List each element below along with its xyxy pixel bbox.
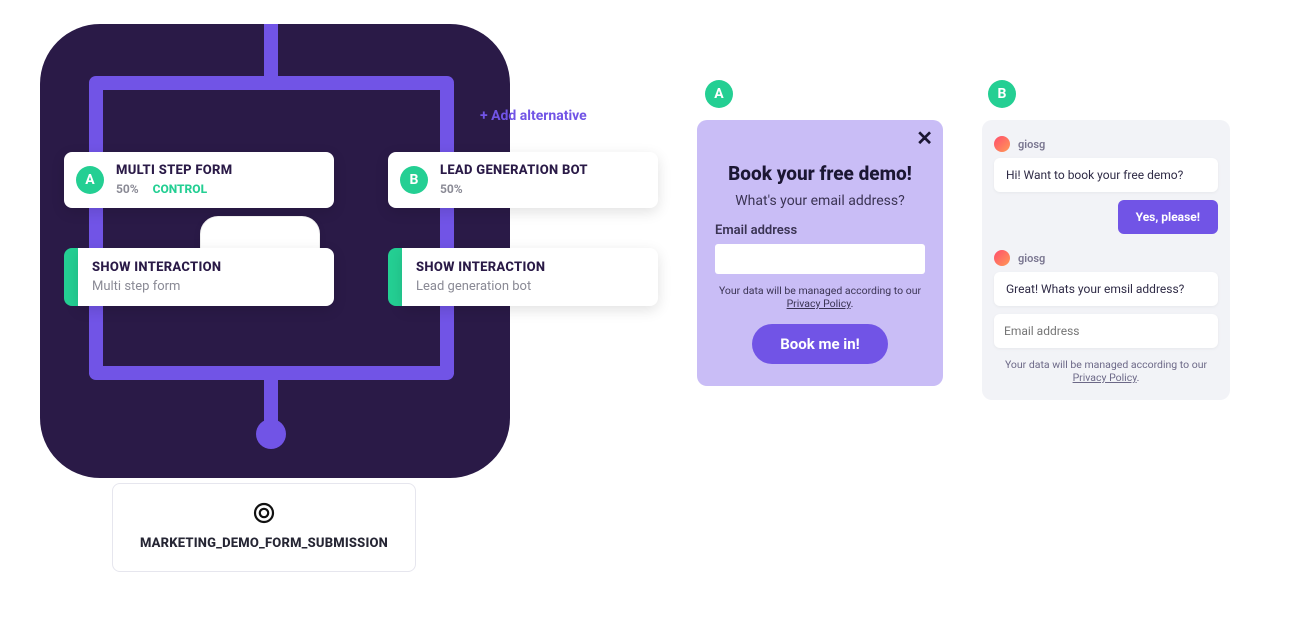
chatbot-preview: giosg Hi! Want to book your free demo? Y… <box>982 120 1230 400</box>
privacy-policy-link[interactable]: Privacy Policy <box>787 297 851 310</box>
bot-name: giosg <box>1018 252 1045 265</box>
goal-event-card[interactable]: MARKETING_DEMO_FORM_SUBMISSION <box>112 483 416 572</box>
accent-bar <box>388 248 402 306</box>
target-icon <box>253 502 275 528</box>
action-value: Lead generation bot <box>416 279 644 294</box>
accent-bar <box>64 248 78 306</box>
variant-badge-a: A <box>76 166 104 194</box>
decorative-notch <box>200 216 320 252</box>
email-field[interactable] <box>715 244 925 274</box>
bot-avatar-icon <box>994 136 1010 152</box>
show-interaction-card-b[interactable]: SHOW INTERACTION Lead generation bot <box>388 248 658 306</box>
modal-question: What's your email address? <box>715 193 925 209</box>
demo-form-modal: ✕ Book your free demo! What's your email… <box>697 120 943 386</box>
show-interaction-card-a[interactable]: SHOW INTERACTION Multi step form <box>64 248 334 306</box>
bot-name: giosg <box>1018 138 1045 151</box>
control-badge: CONTROL <box>153 182 207 196</box>
privacy-note: Your data will be managed according to o… <box>715 284 925 310</box>
email-field-label: Email address <box>715 223 925 238</box>
flowline <box>89 84 103 374</box>
privacy-policy-link[interactable]: Privacy Policy <box>1073 371 1137 384</box>
variant-badge-b: B <box>400 166 428 194</box>
privacy-note: Your data will be managed according to o… <box>994 358 1218 384</box>
add-alternative-button[interactable]: + Add alternative <box>480 108 587 124</box>
email-field[interactable] <box>994 314 1218 348</box>
variant-title: LEAD GENERATION BOT <box>440 163 588 178</box>
close-icon[interactable]: ✕ <box>916 128 933 148</box>
flowline <box>89 76 454 90</box>
action-type-label: SHOW INTERACTION <box>416 260 644 275</box>
action-type-label: SHOW INTERACTION <box>92 260 320 275</box>
bot-message: Great! Whats your emsil address? <box>994 272 1218 306</box>
goal-event-name: MARKETING_DEMO_FORM_SUBMISSION <box>123 536 405 551</box>
bot-message: Hi! Want to book your free demo? <box>994 158 1218 192</box>
flowline <box>264 24 278 84</box>
book-me-in-button[interactable]: Book me in! <box>752 324 888 364</box>
variant-card-a[interactable]: A MULTI STEP FORM 50% CONTROL <box>64 152 334 208</box>
action-value: Multi step form <box>92 279 320 294</box>
variant-percent: 50% <box>440 182 463 196</box>
flowline <box>440 84 454 374</box>
variant-card-b[interactable]: B LEAD GENERATION BOT 50% <box>388 152 658 208</box>
bot-avatar-icon <box>994 250 1010 266</box>
variant-percent: 50% <box>116 182 139 196</box>
modal-heading: Book your free demo! <box>715 162 925 185</box>
flow-end-node <box>256 419 286 449</box>
quick-reply-button[interactable]: Yes, please! <box>1118 200 1218 234</box>
preview-badge-a: A <box>705 80 733 108</box>
preview-badge-b: B <box>988 80 1016 108</box>
variant-title: MULTI STEP FORM <box>116 163 232 178</box>
